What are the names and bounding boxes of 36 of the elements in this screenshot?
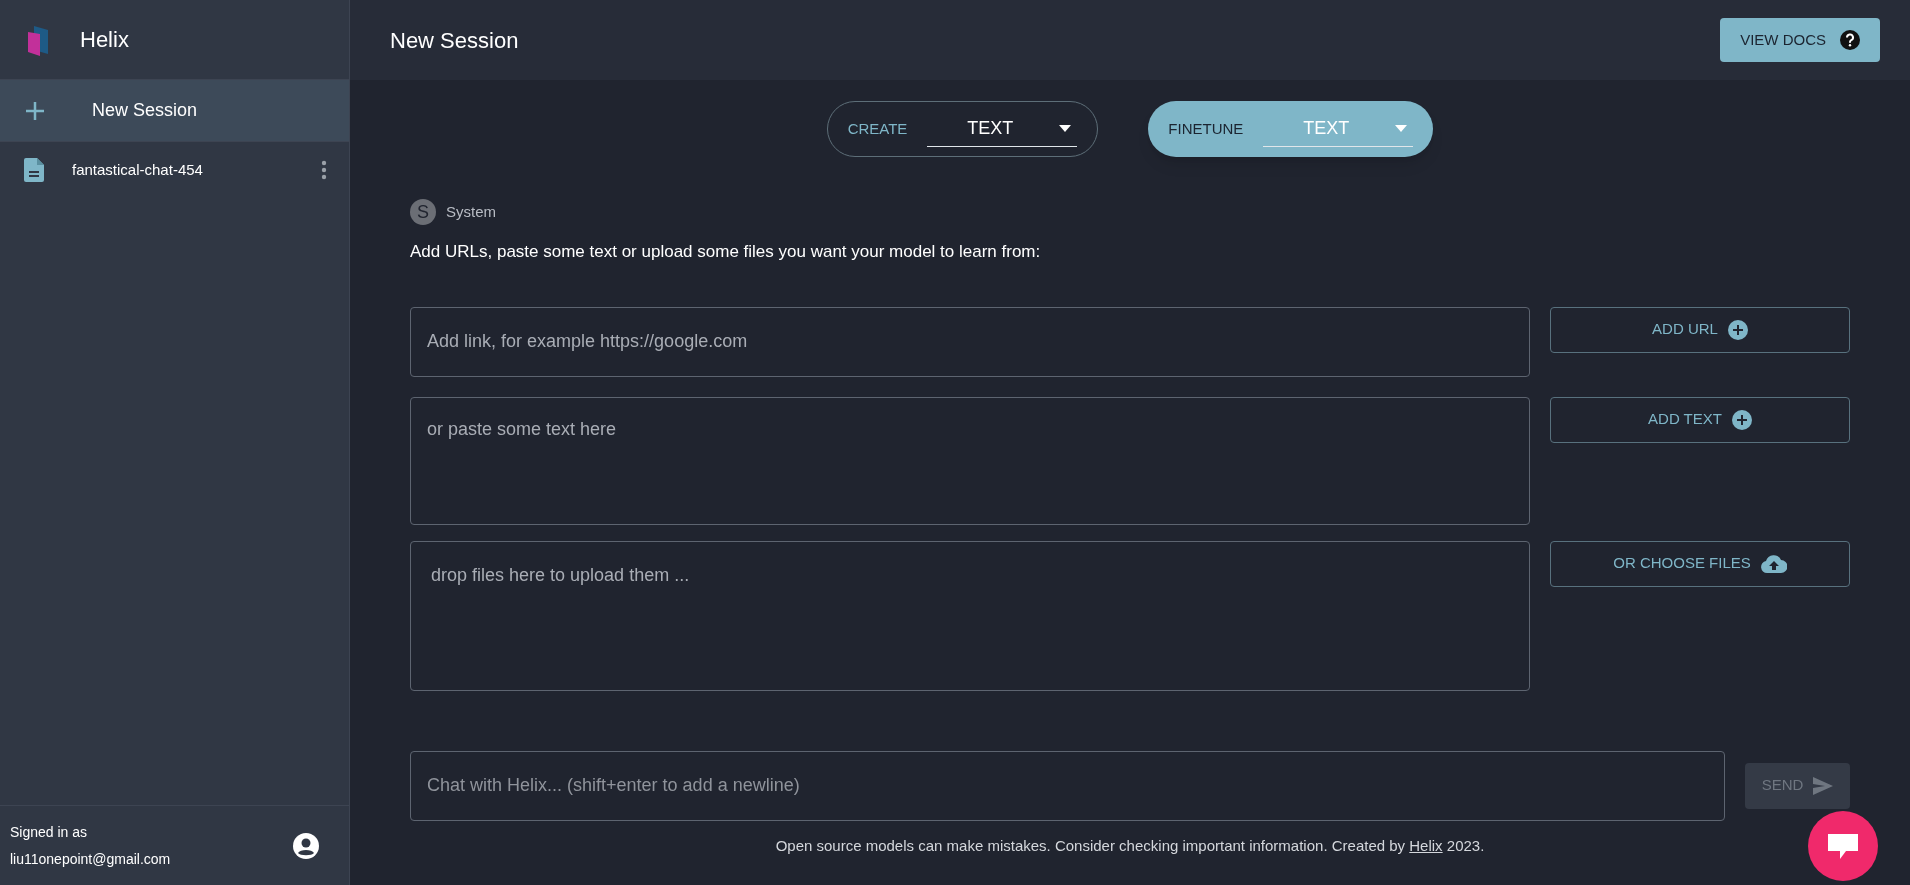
session-item[interactable]: fantastical-chat-454 [0,142,349,198]
app-name: Helix [80,26,129,54]
document-icon [24,158,44,182]
url-field[interactable]: Add link, for example https://google.com [410,306,1530,377]
type-select[interactable]: TEXT [927,111,1078,147]
drop-zone[interactable]: drop files here to upload them ... [410,540,1530,691]
more-icon[interactable] [321,160,327,180]
help-icon [1840,30,1860,50]
page-title: New Session [390,26,519,55]
chat-field[interactable]: Chat with Helix... (shift+enter to add a newline) [410,750,1725,821]
drop-zone-label: drop files here to upload them ... [431,564,690,585]
text-field[interactable]: or paste some text here [410,396,1530,525]
user-email: liu11onepoint@gmail.com [10,849,171,869]
plus-icon [24,99,46,122]
add-text-button[interactable]: ADD TEXT [1550,396,1850,443]
logo-icon [26,23,50,56]
view-docs-button[interactable]: VIEW DOCS [1720,18,1880,62]
cloud-upload-icon [1760,554,1787,573]
add-url-button[interactable]: ADD URL [1550,306,1850,353]
account-icon[interactable] [293,832,319,859]
choose-files-button[interactable]: OR CHOOSE FILES [1550,540,1850,587]
system-avatar: S [410,199,436,225]
new-session-button[interactable]: New Session [0,80,349,142]
send-icon [1813,776,1834,795]
signed-in-label: Signed in as [10,822,89,842]
dropdown-caret-icon [1059,125,1072,132]
chat-icon [1826,831,1860,861]
helix-link[interactable]: Helix [1409,836,1443,854]
system-message: Add URLs, paste some text or upload some files you want your model to learn from: [410,241,1042,263]
dropdown-caret-icon [1395,125,1408,132]
plus-circle-icon [1727,319,1748,340]
mode-label: FINETUNE [1168,118,1244,139]
mode-label: CREATE [847,118,908,139]
mode-toggle[interactable]: FINETUNE TEXT [1148,101,1434,157]
plus-circle-icon [1731,409,1752,430]
sender-name: System [446,201,496,222]
